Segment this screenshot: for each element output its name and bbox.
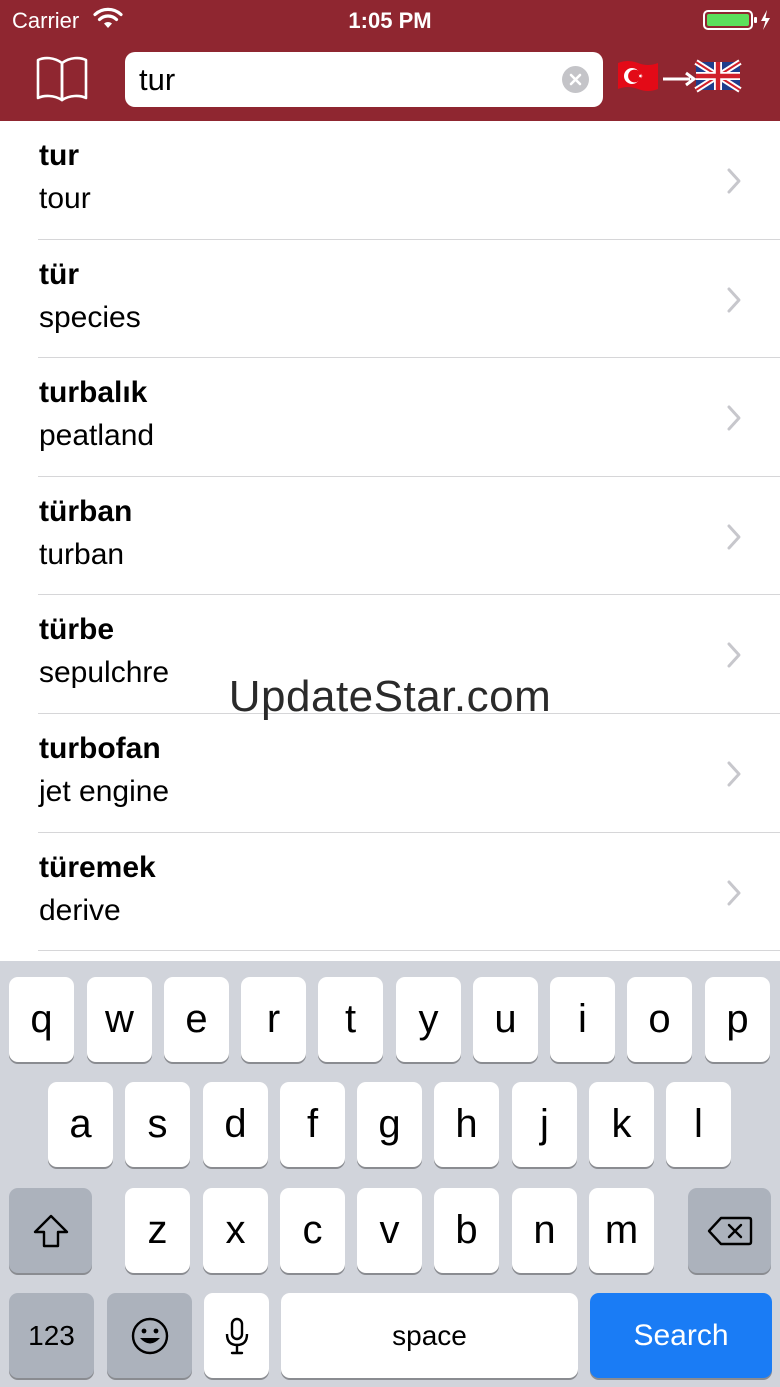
result-term: türban (39, 494, 133, 528)
key-o[interactable]: o (627, 977, 692, 1062)
chevron-right-icon (727, 168, 741, 194)
key-s[interactable]: s (125, 1082, 190, 1167)
key-p[interactable]: p (705, 977, 770, 1062)
result-meaning: tour (39, 182, 91, 215)
row-separator (38, 950, 780, 952)
result-meaning: peatland (39, 419, 155, 453)
backspace-key[interactable] (688, 1188, 771, 1273)
key-u[interactable]: u (473, 977, 538, 1062)
results-list: tur tour tür species turbalık peatland t… (0, 121, 780, 961)
key-z[interactable]: z (125, 1188, 190, 1273)
key-r[interactable]: r (241, 977, 306, 1062)
watermark: UpdateStar.com (228, 672, 552, 721)
emoji-key[interactable] (107, 1293, 192, 1378)
status-bar: Carrier 1:05 PM (0, 0, 780, 40)
result-meaning: derive (39, 893, 121, 927)
key-a[interactable]: a (48, 1082, 113, 1167)
key-v[interactable]: v (357, 1188, 422, 1273)
key-l[interactable]: l (666, 1082, 731, 1167)
turkey-flag-icon (618, 61, 658, 91)
key-f[interactable]: f (280, 1082, 345, 1167)
result-term: turbofan (39, 732, 161, 765)
result-row[interactable]: turbofan jet engine (0, 714, 780, 833)
key-q[interactable]: q (9, 977, 74, 1062)
result-term: türbe (39, 613, 114, 647)
search-key[interactable]: Search (590, 1293, 772, 1378)
key-h[interactable]: h (434, 1082, 499, 1167)
status-time: 1:05 PM (348, 8, 432, 33)
chevron-right-icon (727, 287, 741, 313)
emoji-icon (131, 1317, 168, 1354)
backspace-icon (707, 1216, 752, 1245)
key-g[interactable]: g (357, 1082, 422, 1167)
result-meaning: jet engine (39, 775, 170, 808)
chevron-right-icon (727, 880, 741, 906)
key-m[interactable]: m (589, 1188, 654, 1273)
key-k[interactable]: k (589, 1082, 654, 1167)
key-w[interactable]: w (87, 977, 152, 1062)
shift-icon (33, 1214, 68, 1247)
result-row[interactable]: turbalık peatland (0, 358, 780, 477)
result-term: turbalık (39, 376, 148, 410)
dictation-key[interactable] (204, 1293, 269, 1378)
search-field[interactable] (125, 52, 603, 107)
result-row[interactable]: türban turban (0, 477, 780, 596)
result-term: türemek (39, 850, 156, 884)
key-y[interactable]: y (396, 977, 461, 1062)
result-meaning: species (39, 300, 141, 334)
chevron-right-icon (727, 524, 741, 550)
language-direction-button[interactable] (616, 58, 742, 94)
key-t[interactable]: t (318, 977, 383, 1062)
uk-flag-icon (694, 59, 742, 93)
arrow-right-icon (663, 71, 697, 87)
key-x[interactable]: x (203, 1188, 268, 1273)
result-row[interactable]: türemek derive (0, 833, 780, 952)
numbers-key[interactable]: 123 (9, 1293, 94, 1378)
key-i[interactable]: i (550, 977, 615, 1062)
battery-charging-icon (703, 10, 770, 30)
key-d[interactable]: d (203, 1082, 268, 1167)
result-term: tur (39, 139, 79, 172)
result-row[interactable]: tür species (0, 240, 780, 359)
result-meaning: turban (39, 537, 125, 571)
space-key[interactable]: space (281, 1293, 578, 1378)
key-j[interactable]: j (512, 1082, 577, 1167)
book-icon[interactable] (34, 54, 90, 104)
microphone-icon (225, 1317, 248, 1354)
chevron-right-icon (727, 405, 741, 431)
app-header: Carrier 1:05 PM (0, 0, 780, 121)
search-input[interactable] (139, 58, 549, 101)
result-term: tür (39, 257, 79, 291)
chevron-right-icon (727, 761, 741, 787)
clear-icon[interactable] (562, 66, 589, 93)
shift-key[interactable] (9, 1188, 92, 1273)
key-c[interactable]: c (280, 1188, 345, 1273)
chevron-right-icon (727, 642, 741, 668)
key-n[interactable]: n (512, 1188, 577, 1273)
key-b[interactable]: b (434, 1188, 499, 1273)
key-e[interactable]: e (164, 977, 229, 1062)
result-row[interactable]: tur tour (0, 121, 780, 240)
keyboard: q w e r t y u i o p a s d f g h j k l z … (0, 961, 780, 1387)
